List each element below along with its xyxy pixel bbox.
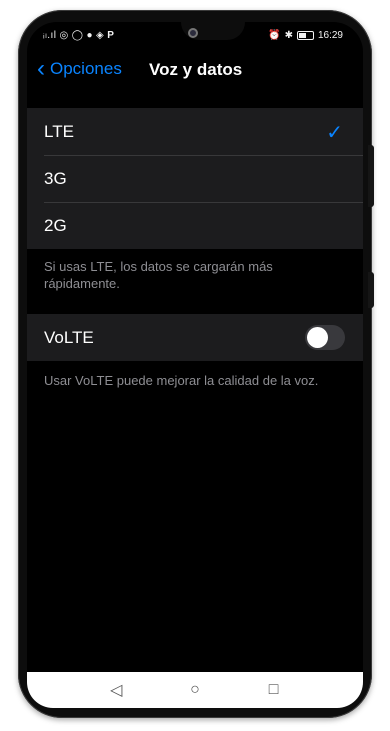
front-camera: [188, 28, 198, 38]
system-navigation-bar: ◁ ○ □: [27, 672, 363, 708]
option-2g[interactable]: 2G: [27, 202, 363, 249]
whatsapp-icon: ◯: [71, 30, 84, 41]
toggle-knob: [307, 327, 328, 348]
status-left-icons: ᵢₗ.ıl ◎ ◯ ● ◈ P: [43, 30, 114, 41]
network-options-group: LTE ✓ 3G 2G: [27, 108, 363, 249]
bluetooth-icon: ✱: [284, 30, 293, 41]
nav-back-icon[interactable]: ◁: [101, 680, 131, 700]
signal-icon: ᵢₗ.ıl: [43, 30, 57, 41]
page-title: Voz y datos: [149, 60, 243, 79]
volte-label: VoLTE: [44, 327, 94, 347]
volume-button: [368, 272, 374, 308]
network-footer-note: Si usas LTE, los datos se cargarán más r…: [44, 259, 273, 291]
option-label: LTE: [44, 121, 74, 141]
back-button[interactable]: ‹ Opciones: [37, 52, 122, 86]
navigation-bar: ‹ Opciones Voz y datos: [27, 52, 363, 86]
battery-icon: [296, 31, 314, 40]
power-button: [368, 145, 374, 207]
volte-group: VoLTE: [27, 314, 363, 361]
volte-row: VoLTE: [27, 314, 363, 361]
clock: 16:29: [317, 30, 343, 41]
back-label: Opciones: [50, 59, 122, 78]
nav-home-icon[interactable]: ○: [180, 681, 210, 699]
status-right-icons: ⏰ ✱ 16:29: [268, 30, 343, 41]
checkmark-icon: ✓: [326, 122, 343, 144]
volte-footer-note: Usar VoLTE puede mejorar la calidad de l…: [44, 373, 319, 388]
volte-toggle[interactable]: [305, 325, 345, 350]
wifi-icon: ◎: [59, 30, 69, 41]
parking-icon: P: [107, 30, 115, 41]
option-3g[interactable]: 3G: [27, 155, 363, 202]
facebook-icon: ●: [86, 30, 93, 41]
nav-recent-apps-icon[interactable]: □: [259, 681, 289, 699]
option-lte[interactable]: LTE ✓: [27, 108, 363, 155]
screen: ᵢₗ.ıl ◎ ◯ ● ◈ P ⏰ ✱ 16:29 ‹ Opciones Voz…: [27, 22, 363, 708]
vpn-icon: ◈: [96, 30, 105, 41]
option-label: 2G: [44, 215, 67, 235]
alarm-icon: ⏰: [268, 30, 281, 41]
option-label: 3G: [44, 168, 67, 188]
chevron-left-icon: ‹: [37, 55, 45, 82]
